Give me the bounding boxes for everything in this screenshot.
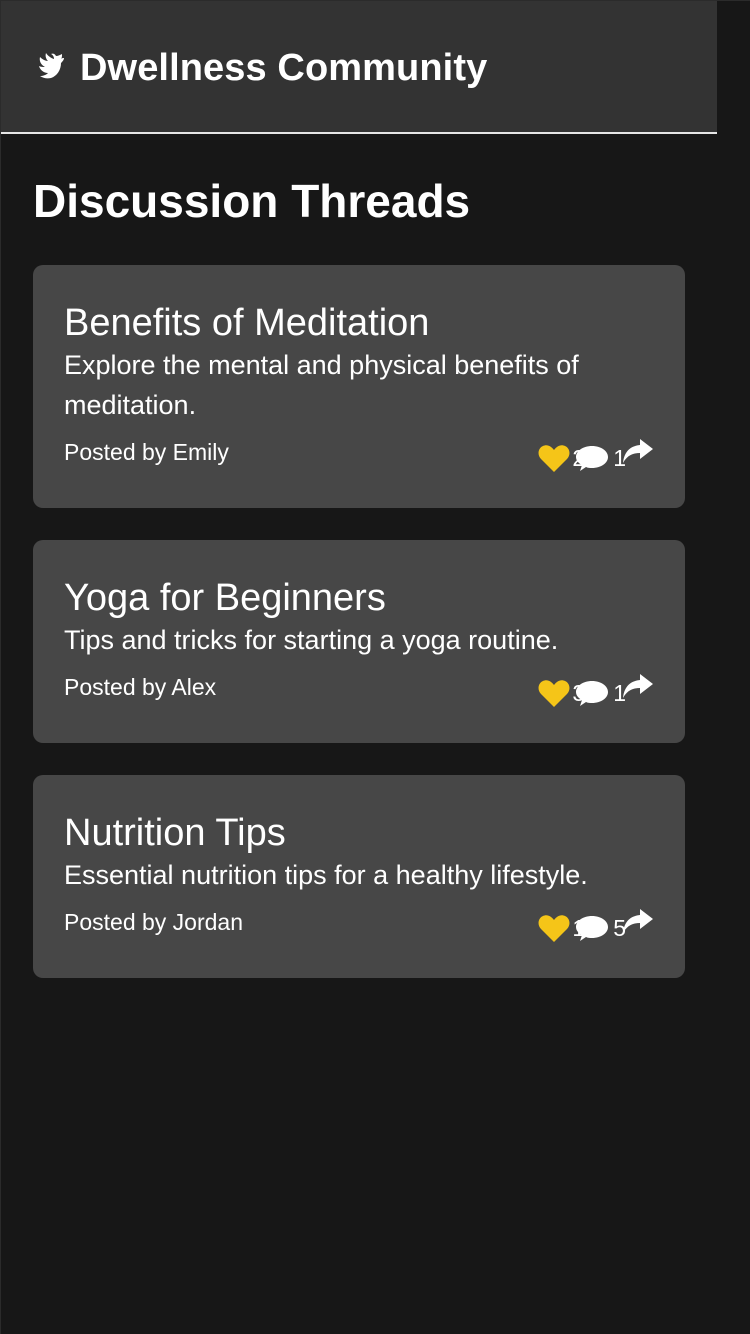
page-title: Discussion Threads — [33, 175, 471, 227]
share-icon — [623, 674, 653, 698]
comment-button[interactable]: 5 — [575, 913, 626, 943]
dove-icon — [32, 50, 66, 84]
heart-icon — [538, 445, 570, 472]
heart-icon — [538, 680, 570, 707]
thread-card[interactable]: Nutrition Tips Essential nutrition tips … — [33, 775, 685, 978]
share-button[interactable] — [620, 438, 654, 466]
thread-description: Essential nutrition tips for a healthy l… — [64, 860, 588, 890]
thread-actions: 2 1 — [538, 439, 654, 473]
thread-author: Posted by Jordan — [64, 909, 244, 935]
heart-icon — [538, 915, 570, 942]
share-button[interactable] — [620, 908, 654, 936]
thread-footer: Posted by Jordan 1 5 — [64, 905, 654, 947]
thread-card[interactable]: Benefits of Meditation Explore the menta… — [33, 265, 685, 508]
share-button[interactable] — [620, 673, 654, 701]
comment-button[interactable]: 1 — [575, 678, 626, 708]
thread-description: Tips and tricks for starting a yoga rout… — [64, 625, 559, 655]
thread-footer: Posted by Emily 2 1 — [64, 435, 654, 477]
thread-description: Explore the mental and physical benefits… — [64, 350, 579, 420]
app-title: Dwellness Community — [80, 46, 488, 89]
comment-icon — [576, 681, 609, 706]
thread-author: Posted by Alex — [64, 674, 217, 700]
share-icon — [623, 909, 653, 933]
comment-button[interactable]: 1 — [575, 443, 626, 473]
thread-title[interactable]: Nutrition Tips — [64, 808, 654, 858]
thread-author: Posted by Emily — [64, 439, 229, 465]
share-icon — [623, 439, 653, 463]
main-content: Discussion Threads Benefits of Meditatio… — [33, 170, 685, 1010]
thread-footer: Posted by Alex 3 1 — [64, 670, 654, 712]
comment-icon — [576, 446, 609, 471]
thread-actions: 3 1 — [538, 674, 654, 708]
thread-actions: 1 5 — [538, 909, 654, 943]
comment-icon — [576, 916, 609, 941]
thread-card[interactable]: Yoga for Beginners Tips and tricks for s… — [33, 540, 685, 743]
thread-list: Benefits of Meditation Explore the menta… — [33, 265, 685, 978]
thread-title[interactable]: Benefits of Meditation — [64, 298, 654, 348]
thread-title[interactable]: Yoga for Beginners — [64, 573, 654, 623]
app-header: Dwellness Community — [1, 1, 717, 134]
